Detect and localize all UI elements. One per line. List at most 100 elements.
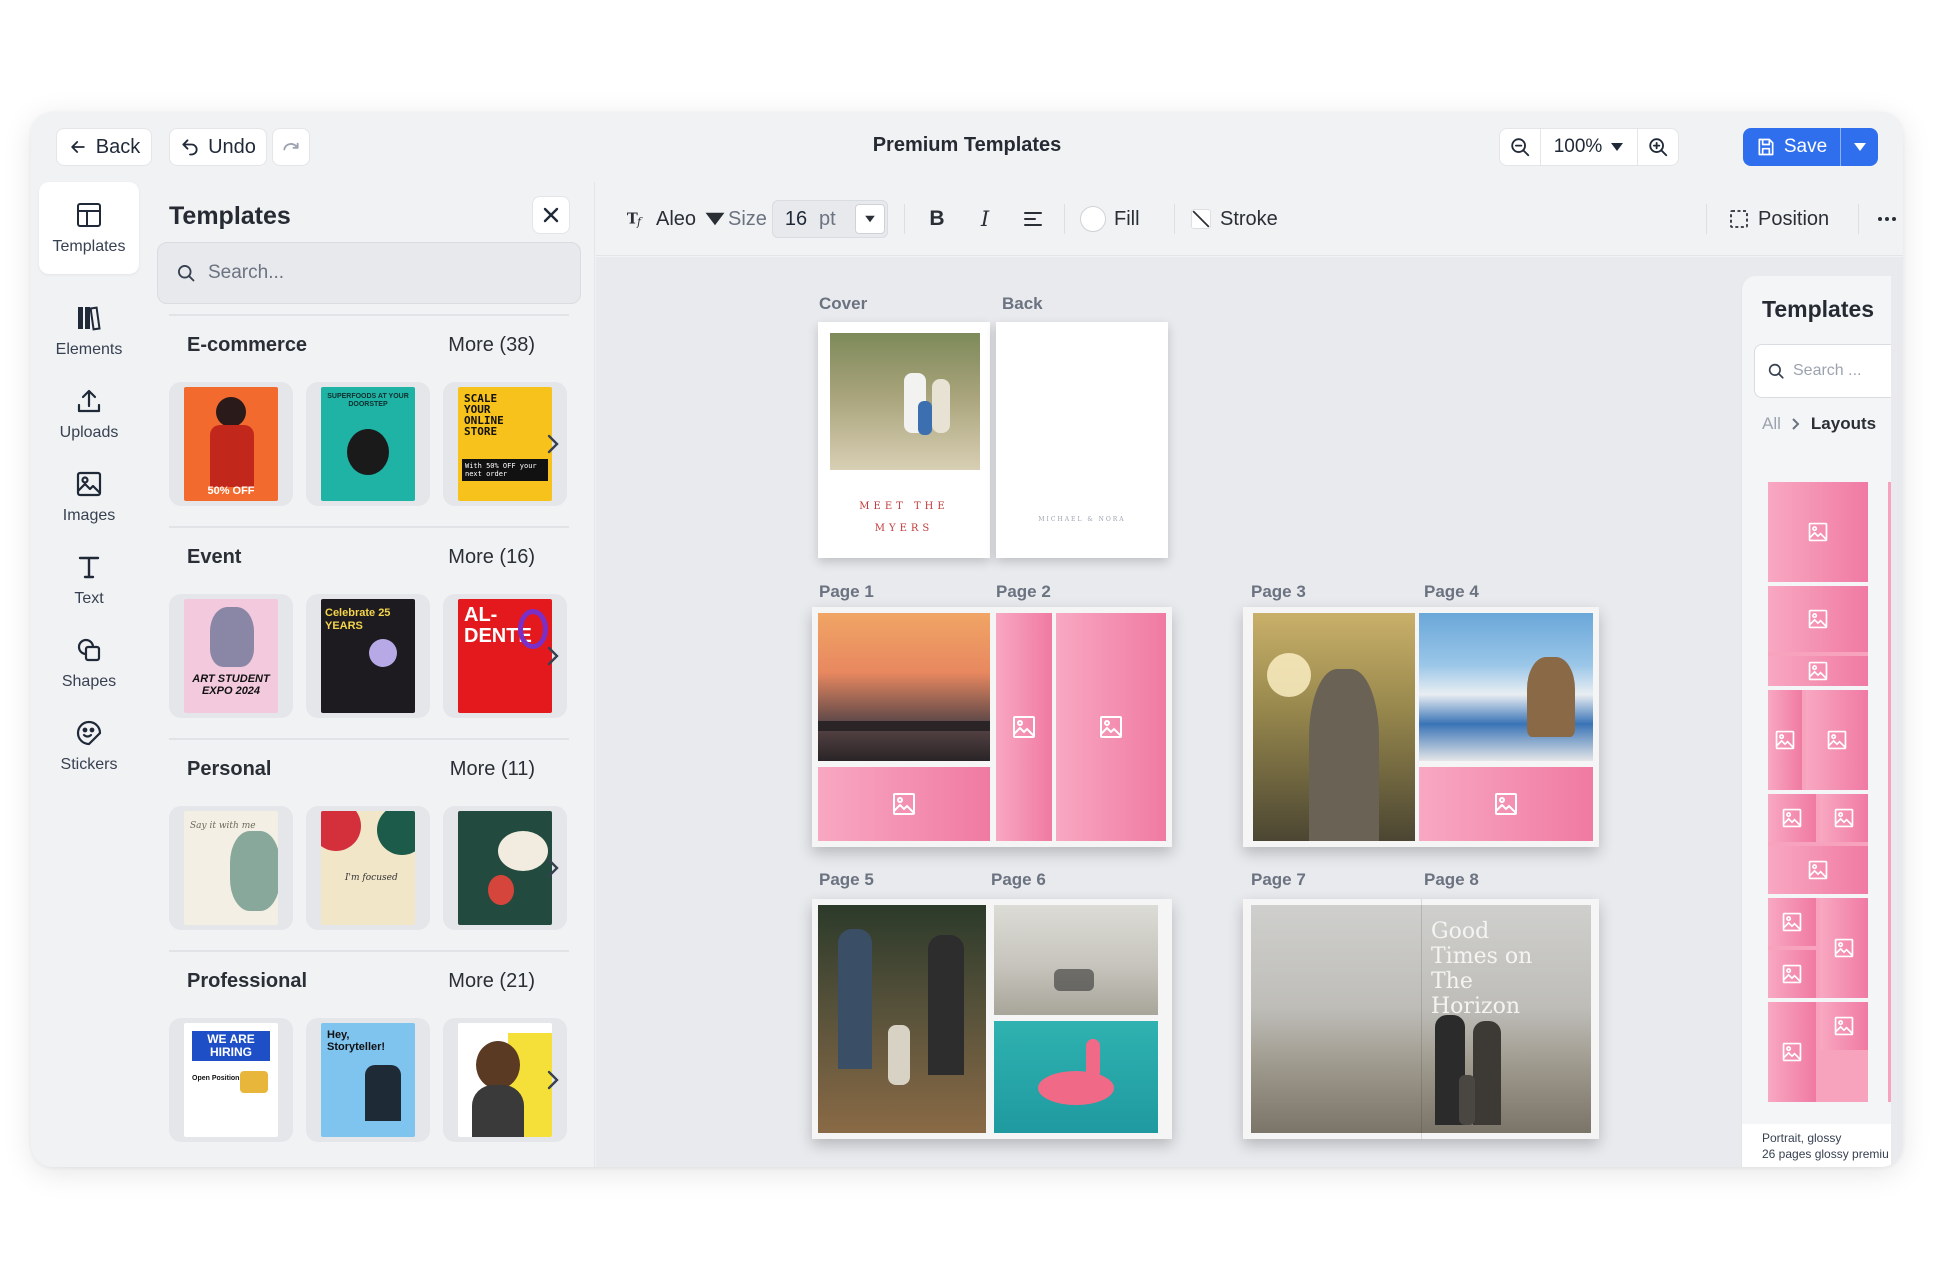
bold-button[interactable]: B <box>922 200 952 238</box>
stroke-button[interactable]: Stroke <box>1190 200 1278 238</box>
image-placeholder[interactable] <box>818 767 990 841</box>
layout-cell <box>1768 898 1816 946</box>
back-page[interactable]: MICHAEL & NORA <box>996 322 1168 558</box>
page-label-cover: Cover <box>819 294 868 313</box>
layout-cell <box>1768 1002 1816 1102</box>
photo-float-neck <box>1086 1039 1100 1079</box>
layout-column-peek <box>1888 482 1891 1102</box>
template-thumbnail[interactable]: ART STUDENT EXPO 2024 <box>169 594 293 718</box>
layout-cell <box>1768 656 1868 686</box>
template-thumbnail[interactable]: 50% OFF <box>169 382 293 506</box>
spread-page-7-8[interactable]: Good Times on The Horizon <box>1243 899 1599 1139</box>
layout-tile[interactable] <box>1768 690 1868 790</box>
zoom-out-button[interactable] <box>1500 129 1540 165</box>
layout-tile[interactable] <box>1768 586 1868 686</box>
close-panel-button[interactable] <box>532 196 570 234</box>
image-placeholder[interactable] <box>1419 767 1593 841</box>
sidebar-item-label: Shapes <box>61 673 117 690</box>
photo-pier <box>818 721 990 731</box>
sticker-icon <box>76 720 102 746</box>
category-name: Personal <box>187 758 272 780</box>
template-thumbnail[interactable]: Say it with me <box>169 806 293 930</box>
save-options-button[interactable] <box>1840 128 1878 166</box>
more-horizontal-icon <box>1878 217 1896 221</box>
category-name: E-commerce <box>187 334 308 356</box>
more-link[interactable]: More (21) <box>448 970 535 993</box>
chevron-down-icon <box>1611 143 1624 151</box>
align-button[interactable] <box>1018 200 1048 238</box>
photo-figure <box>1309 669 1379 841</box>
category-ecommerce: E-commerce More (38) 50% OFF SUPERFOODS … <box>169 314 569 506</box>
position-button[interactable]: Position <box>1728 200 1829 238</box>
more-link[interactable]: More (38) <box>448 334 535 357</box>
italic-button[interactable]: I <box>970 200 1000 238</box>
sidebar-item-images[interactable]: Images <box>39 451 139 543</box>
zoom-in-button[interactable] <box>1638 129 1678 165</box>
save-icon <box>1758 138 1774 156</box>
fill-button[interactable]: Fill <box>1080 200 1140 238</box>
image-placeholder[interactable] <box>996 613 1052 841</box>
align-left-icon <box>1024 212 1042 226</box>
more-options-button[interactable] <box>1876 200 1898 238</box>
thumbnail-row: ART STUDENT EXPO 2024 Celebrate 25 YEARS… <box>169 594 569 718</box>
save-button[interactable]: Save <box>1743 128 1840 166</box>
chevron-right-icon[interactable] <box>541 430 565 458</box>
chevron-right-icon[interactable] <box>541 854 565 882</box>
cover-page[interactable]: MEET THE MYERS <box>818 322 990 558</box>
search-input[interactable] <box>208 262 528 284</box>
sidebar-item-templates[interactable]: Templates <box>39 182 139 274</box>
zoom-level-select[interactable]: 100% <box>1540 129 1638 165</box>
chevron-right-icon[interactable] <box>541 642 565 670</box>
sidebar-item-uploads[interactable]: Uploads <box>39 368 139 460</box>
thumbnail-art: I'm focused <box>321 811 415 925</box>
thumbnail-art <box>458 811 552 925</box>
sidebar-item-elements[interactable]: Elements <box>39 285 139 377</box>
spread-page-1-2[interactable] <box>812 607 1172 847</box>
layout-tile[interactable] <box>1768 794 1868 894</box>
panel-title: Templates <box>169 202 291 230</box>
font-size-dropdown[interactable] <box>855 204 885 234</box>
italic-icon: I <box>980 207 990 231</box>
spread-page-5-6[interactable] <box>812 899 1172 1139</box>
chevron-down-icon <box>865 215 875 223</box>
layout-cell <box>1768 846 1868 894</box>
sidebar-item-shapes[interactable]: Shapes <box>39 617 139 709</box>
photo-child <box>888 1025 910 1085</box>
template-thumbnail[interactable]: Hey, Storyteller! <box>306 1018 430 1142</box>
layout-tile[interactable] <box>1768 898 1868 998</box>
zoom-control: 100% <box>1499 128 1679 166</box>
template-thumbnail[interactable]: WE ARE HIRING Open Positions <box>169 1018 293 1142</box>
more-link[interactable]: More (16) <box>448 546 535 569</box>
canvas-area[interactable]: Cover Back Page 1 Page 2 Page 3 Page 4 P… <box>596 257 1903 1167</box>
font-size-input[interactable]: 16 pt <box>772 200 888 238</box>
text-icon <box>78 556 100 579</box>
thumbnail-text: With 50% OFF your next order <box>462 459 548 481</box>
image-placeholder[interactable] <box>1056 613 1166 841</box>
sidebar-item-stickers[interactable]: Stickers <box>39 700 139 792</box>
page-label-1: Page 1 <box>819 582 874 601</box>
more-link[interactable]: More (11) <box>450 758 535 781</box>
image-placeholder-icon <box>893 793 915 815</box>
layout-tile[interactable] <box>1768 1002 1868 1102</box>
footer-line: 26 pages glossy premiu <box>1762 1147 1889 1161</box>
position-icon <box>1730 210 1748 228</box>
font-family-select[interactable]: Tf Aleo <box>626 200 726 238</box>
template-thumbnail[interactable]: Celebrate 25 YEARS <box>306 594 430 718</box>
category-personal: Personal More (11) Say it with me I'm fo… <box>169 738 569 930</box>
photo-figure <box>838 929 872 1069</box>
page-label-5: Page 5 <box>819 870 874 889</box>
zoom-out-icon <box>1511 138 1530 157</box>
template-thumbnail[interactable]: I'm focused <box>306 806 430 930</box>
page-label-7: Page 7 <box>1251 870 1306 889</box>
upload-icon <box>77 389 101 413</box>
cover-title: MEET THE MYERS <box>818 496 990 540</box>
template-thumbnail[interactable]: SUPERFOODS AT YOUR DOORSTEP <box>306 382 430 506</box>
layout-tile[interactable] <box>1768 482 1868 582</box>
breadcrumb-all[interactable]: All <box>1762 414 1781 434</box>
thumbnail-text: Open Positions <box>192 1075 244 1082</box>
spread-page-3-4[interactable] <box>1243 607 1599 847</box>
sidebar-item-text[interactable]: Text <box>39 534 139 626</box>
chevron-right-icon[interactable] <box>541 1066 565 1094</box>
thumbnail-text: Celebrate 25 YEARS <box>325 607 391 632</box>
layouts-search[interactable]: Search ... <box>1754 344 1891 398</box>
